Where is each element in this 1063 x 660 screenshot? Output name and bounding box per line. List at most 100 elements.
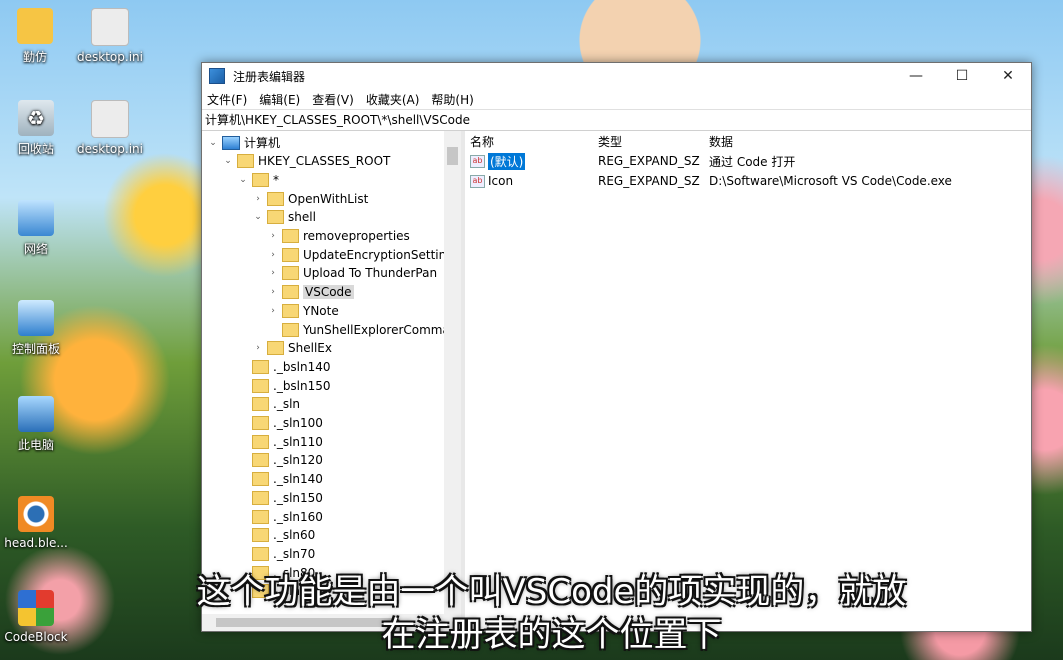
tree-node[interactable]: ._sln110 [237,432,323,451]
chevron-right-icon[interactable]: › [252,194,264,204]
desktop-icon-recycle-bin[interactable]: ♻ 回收站 [0,100,76,157]
chevron-right-icon[interactable]: › [252,343,264,353]
folder-icon [282,247,299,262]
column-type-header[interactable]: 类型 [598,133,709,150]
menu-bar: 文件(F) 编辑(E) 查看(V) 收藏夹(A) 帮助(H) [202,89,1031,109]
tree-node-label: ._sln120 [273,453,323,468]
minimize-button[interactable]: — [893,63,939,89]
tree-node[interactable]: ⌄ shell [252,208,316,227]
tree-node[interactable]: ._sln150 [237,488,323,507]
chevron-right-icon[interactable]: › [267,287,279,297]
folder-icon [252,359,269,374]
tree-node[interactable]: ._sln [237,395,300,414]
menu-favorites[interactable]: 收藏夹(A) [366,91,420,108]
tree-node[interactable]: ._bsln150 [237,376,331,395]
desktop-icon-this-pc[interactable]: 此电脑 [0,396,76,453]
chevron-right-icon[interactable]: › [267,231,279,241]
tree-node-label: ShellEx [288,341,332,356]
chevron-down-icon[interactable]: ⌄ [207,138,219,148]
registry-editor-icon [209,68,225,84]
value-name: Icon [488,174,514,188]
tree-node[interactable]: ._bsln140 [237,357,331,376]
tree-node[interactable]: › Upload To ThunderPan [267,264,437,283]
tree-node[interactable]: ._sln160 [237,507,323,526]
tree-node-label: ._sln100 [273,416,323,430]
desktop-icon-label: 网络 [23,242,48,256]
computer-icon [222,135,240,150]
desktop-icon-desktop-ini-top[interactable]: desktop.ini [70,8,150,64]
chevron-down-icon[interactable]: ⌄ [222,156,234,166]
menu-help[interactable]: 帮助(H) [431,91,473,108]
tree-node[interactable]: ⌄ HKEY_CLASSES_ROOT [222,152,390,171]
folder-icon [237,154,254,169]
tree-node-label: ._bsln140 [273,359,331,374]
column-name-header[interactable]: 名称 [465,133,598,150]
tree-node[interactable]: ._sln100 [237,414,323,433]
folder-icon [252,490,269,505]
folder-icon [252,416,269,430]
desktop-icon-network[interactable]: 网络 [0,200,76,257]
desktop-icon-desktop-ini[interactable]: desktop.ini [70,100,150,156]
tree-node[interactable]: › VSCode [267,283,354,302]
value-type: REG_EXPAND_SZ [598,174,700,188]
chevron-down-icon[interactable]: ⌄ [237,175,249,185]
menu-file[interactable]: 文件(F) [207,91,247,108]
tree-node-label: removeproperties [303,229,410,243]
tree-node-label: ._sln [273,397,301,412]
title-bar[interactable]: 注册表编辑器 — ☐ ✕ [202,63,1031,89]
tree-node[interactable]: YunShellExplorerCommanc [267,320,465,339]
column-data-header[interactable]: 数据 [709,133,1031,150]
folder-icon [267,341,284,356]
desktop-icon-label: head.ble... [4,536,68,550]
menu-view[interactable]: 查看(V) [312,91,354,108]
tree-node[interactable]: › UpdateEncryptionSettings\ [267,245,461,264]
folder-icon [252,378,269,393]
value-data: D:\Software\Microsoft VS Code\Code.exe [709,174,952,188]
tree-node[interactable]: ._sln70 [237,544,315,563]
desktop-icon-folder[interactable]: 勤仿 [0,8,75,65]
close-button[interactable]: ✕ [985,63,1031,89]
tree-node-label: ._sln160 [273,509,323,524]
tree-vertical-scrollbar[interactable] [444,131,461,614]
computer-icon [18,396,54,432]
tree-node[interactable]: › OpenWithList [252,189,368,208]
address-bar[interactable]: 计算机\HKEY_CLASSES_ROOT\*\shell\VSCode [202,109,1031,131]
string-value-icon: ab [470,174,485,188]
desktop-icon-label: 此电脑 [17,438,54,452]
desktop-icon-blender[interactable]: head.ble... [0,496,76,550]
value-row-default[interactable]: ab (默认) REG_EXPAND_SZ 通过 Code 打开 [465,151,1031,171]
tree-node-label: YunShellExplorerCommanc [303,322,465,337]
network-icon [18,200,54,236]
folder-icon [282,322,299,337]
menu-edit[interactable]: 编辑(E) [259,91,300,108]
folder-icon [252,172,269,187]
chevron-right-icon[interactable]: › [267,268,279,278]
desktop-icon-label: 回收站 [17,142,54,156]
chevron-down-icon[interactable]: ⌄ [252,212,264,222]
tree-node[interactable]: ._sln120 [237,451,323,470]
folder-icon [252,528,269,543]
tree-node-label: shell [288,210,316,225]
maximize-button[interactable]: ☐ [939,63,985,89]
tree-node-label: ._sln60 [273,528,316,543]
scrollbar-thumb[interactable] [447,147,458,165]
folder-icon [267,210,284,225]
recycle-bin-icon: ♻ [18,100,54,136]
chevron-right-icon[interactable]: › [267,306,279,316]
tree-node[interactable]: ⌄ * [237,170,279,189]
registry-tree: ⌄ 计算机 ⌄ HKEY_CLASSES_ROOT ⌄ * › OpenWithList ⌄ sh… [202,131,465,631]
desktop-icon-control-panel[interactable]: 控制面板 [0,300,76,357]
tree-node[interactable]: › YNote [267,301,339,320]
tree-node[interactable]: ⌄ 计算机 [207,133,280,152]
folder-icon [282,285,299,300]
tree-node[interactable]: › removeproperties [267,227,410,246]
folder-icon [252,434,269,449]
tree-node[interactable]: › ShellEx [252,339,332,358]
tree-node[interactable]: ._sln60 [237,526,315,545]
file-icon [91,8,129,46]
value-row-icon[interactable]: ab Icon REG_EXPAND_SZ D:\Software\Microso… [465,171,1031,191]
tree-node[interactable]: ._sln140 [237,470,323,489]
chevron-right-icon[interactable]: › [267,250,279,260]
folder-icon [252,509,269,524]
file-icon [91,100,129,138]
